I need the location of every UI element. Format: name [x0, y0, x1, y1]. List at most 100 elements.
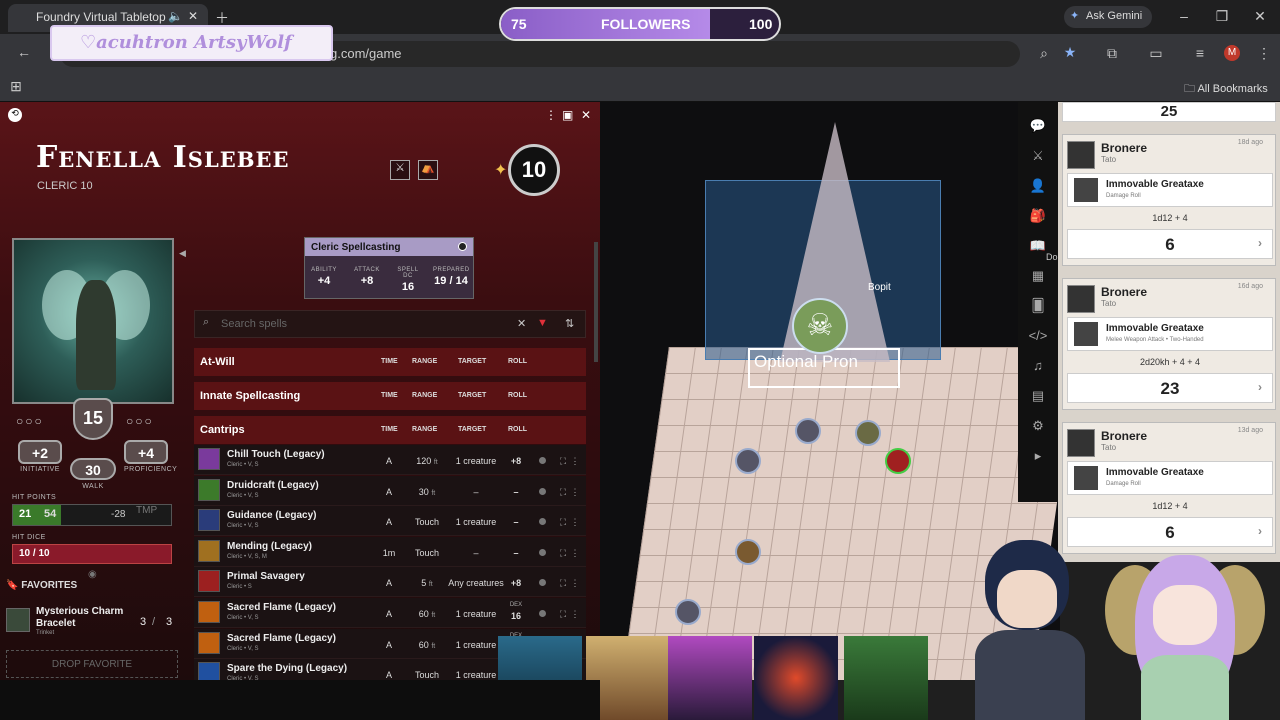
favorite-uses[interactable]: 3	[140, 616, 146, 628]
media-icon[interactable]: ≡	[1190, 45, 1210, 61]
roll-formula[interactable]: 1d12 + 4	[1063, 213, 1277, 223]
sheet-config-icon[interactable]: ▣	[562, 108, 573, 122]
expand-icon[interactable]: ⛶	[558, 578, 568, 589]
spellcasting-card[interactable]: Cleric Spellcasting ABILITY +4 ATTACK +8 S…	[304, 237, 474, 299]
spell-section-header[interactable]: At-Will TIME RANGE TARGET ROLL	[194, 348, 586, 376]
mute-icon[interactable]: 🔈	[168, 9, 183, 23]
spell-search-input[interactable]: ⌕ Search spells ✕ ▼ ⇅	[194, 310, 586, 338]
prepared-toggle-icon[interactable]	[539, 610, 546, 617]
compendium-icon[interactable]: ▤	[1028, 388, 1048, 404]
death-save-pips-right[interactable]: ○○○	[126, 414, 154, 428]
token-5[interactable]	[735, 539, 761, 565]
zoom-icon[interactable]: ⌕	[1034, 45, 1054, 62]
tables-icon[interactable]: ▦	[1028, 268, 1048, 284]
expand-icon[interactable]: ⛶	[558, 609, 568, 620]
ask-gemini-button[interactable]: ✦ Ask Gemini	[1064, 6, 1152, 28]
drop-favorite-zone[interactable]: DROP FAVORITE	[6, 650, 178, 678]
macros-icon[interactable]: </>	[1028, 328, 1048, 343]
close-window-icon[interactable]: ✕	[1250, 8, 1270, 25]
tab-search-icon[interactable]: ▭	[1146, 45, 1166, 62]
apps-grid-icon[interactable]: ⊞	[6, 78, 26, 95]
profile-avatar[interactable]: M	[1224, 45, 1240, 61]
roll-formula[interactable]: 2d20kh + 4 + 4	[1063, 357, 1277, 367]
chevron-right-icon[interactable]: ›	[1258, 380, 1262, 394]
spell-menu-icon[interactable]: ⋮	[570, 609, 580, 620]
clear-search-icon[interactable]: ✕	[517, 317, 526, 330]
spell-row[interactable]: Druidcraft (Legacy) Cleric • V, S A 30 f…	[194, 475, 586, 506]
filter-icon[interactable]: ▼	[537, 317, 548, 329]
spell-menu-icon[interactable]: ⋮	[570, 548, 580, 559]
roll-formula[interactable]: 1d12 + 4	[1063, 501, 1277, 511]
armor-class-shield[interactable]: 15	[73, 398, 113, 440]
chevron-right-icon[interactable]: ›	[1258, 236, 1262, 250]
spell-row[interactable]: Guidance (Legacy) Cleric • V, S A Touch …	[194, 506, 586, 537]
spell-section-header[interactable]: Innate Spellcasting TIME RANGE TARGET RO…	[194, 382, 586, 410]
all-bookmarks-button[interactable]: 🗀 All Bookmarks	[1184, 80, 1268, 99]
restore-icon[interactable]: ❐	[1212, 8, 1232, 25]
chat-message[interactable]: Bronere Tato 18d ago Immovable Greataxe …	[1062, 134, 1276, 266]
item-card[interactable]: Immovable Greataxe Damage Roll	[1067, 173, 1273, 207]
spell-roll[interactable]: –	[504, 517, 528, 527]
favorite-item[interactable]: Mysterious Charm Bracelet Trinket 3 / 3	[6, 604, 178, 636]
expand-icon[interactable]: ⛶	[558, 456, 568, 467]
settings-icon[interactable]: ⚙	[1028, 418, 1048, 434]
expand-icon[interactable]: ⛶	[558, 548, 568, 559]
spell-row[interactable]: Sacred Flame (Legacy) Cleric • V, S A 60…	[194, 598, 586, 628]
cards-icon[interactable]: 🂠	[1028, 298, 1048, 314]
rest-icon[interactable]: ⚔	[390, 160, 410, 180]
spell-roll[interactable]: –	[504, 487, 528, 497]
prepared-toggle-icon[interactable]	[539, 579, 546, 587]
sheet-scrollbar[interactable]	[594, 242, 598, 362]
collapse-icon[interactable]: ▸	[1028, 448, 1048, 464]
spell-menu-icon[interactable]: ⋮	[570, 456, 580, 467]
skull-token[interactable]: ☠	[792, 298, 848, 354]
spell-menu-icon[interactable]: ⋮	[570, 487, 580, 498]
spell-menu-icon[interactable]: ⋮	[570, 578, 580, 589]
spell-roll[interactable]: +8	[504, 578, 528, 588]
spell-section-header[interactable]: Cantrips TIME RANGE TARGET ROLL	[194, 416, 586, 444]
chevron-right-icon[interactable]: ›	[1258, 524, 1262, 538]
prepared-toggle-icon[interactable]	[539, 548, 546, 556]
playlists-icon[interactable]: ♫	[1028, 358, 1048, 373]
token-2[interactable]	[855, 420, 881, 446]
spell-row[interactable]: Primal Savagery Cleric • S A 5 ft Any cr…	[194, 567, 586, 598]
token-4[interactable]	[735, 448, 761, 474]
minimize-icon[interactable]: –	[1174, 8, 1194, 24]
actors-icon[interactable]: 👤	[1028, 178, 1048, 194]
death-save-pips-left[interactable]: ○○○	[16, 414, 44, 428]
items-icon[interactable]: 🎒	[1028, 208, 1048, 224]
combat-icon[interactable]: ⚔	[1028, 148, 1048, 164]
roll-total[interactable]: 6 ›	[1067, 229, 1273, 259]
sort-icon[interactable]: ⇅	[565, 317, 574, 330]
spell-roll[interactable]: –	[504, 548, 528, 558]
spell-menu-icon[interactable]: ⋮	[570, 517, 580, 528]
spellcasting-toggle-icon[interactable]	[458, 242, 467, 251]
expand-icon[interactable]: ⛶	[558, 487, 568, 498]
character-portrait[interactable]	[12, 238, 174, 404]
roll-total[interactable]: 6 ›	[1067, 517, 1273, 547]
camp-icon[interactable]: ⛺	[418, 160, 438, 180]
token-6[interactable]	[675, 599, 701, 625]
journal-icon[interactable]: 📖	[1028, 238, 1048, 254]
chat-icon[interactable]: 💬	[1028, 118, 1048, 134]
spell-row[interactable]: Mending (Legacy) Cleric • V, S, M 1m Tou…	[194, 536, 586, 567]
sheet-close-icon[interactable]: ✕	[581, 108, 591, 122]
prepared-toggle-icon[interactable]	[539, 457, 546, 464]
chat-message[interactable]: Bronere Tato 16d ago Immovable Greataxe …	[1062, 278, 1276, 410]
expand-icon[interactable]: ⛶	[558, 517, 568, 528]
token-1[interactable]	[795, 418, 821, 444]
portrait-collapse-icon[interactable]: ◀	[179, 248, 186, 259]
kebab-menu-icon[interactable]: ⋮	[1254, 45, 1274, 62]
sheet-menu-icon[interactable]: ⋮	[545, 108, 557, 122]
roll-total[interactable]: 23 ›	[1067, 373, 1273, 403]
token-3[interactable]	[885, 448, 911, 474]
bookmark-star-icon[interactable]: ★	[1060, 44, 1080, 61]
favorites-toggle-icon[interactable]: ◉	[88, 569, 97, 580]
extensions-icon[interactable]: ⧉	[1102, 45, 1122, 62]
initiative-badge[interactable]: +2	[18, 440, 62, 464]
prepared-toggle-icon[interactable]	[539, 487, 546, 495]
prepared-toggle-icon[interactable]	[539, 518, 546, 526]
sheet-toggle-icon[interactable]: ⟲	[8, 108, 22, 122]
inspiration-icon[interactable]: ✦	[494, 160, 507, 180]
item-card[interactable]: Immovable Greataxe Melee Weapon Attack •…	[1067, 317, 1273, 351]
